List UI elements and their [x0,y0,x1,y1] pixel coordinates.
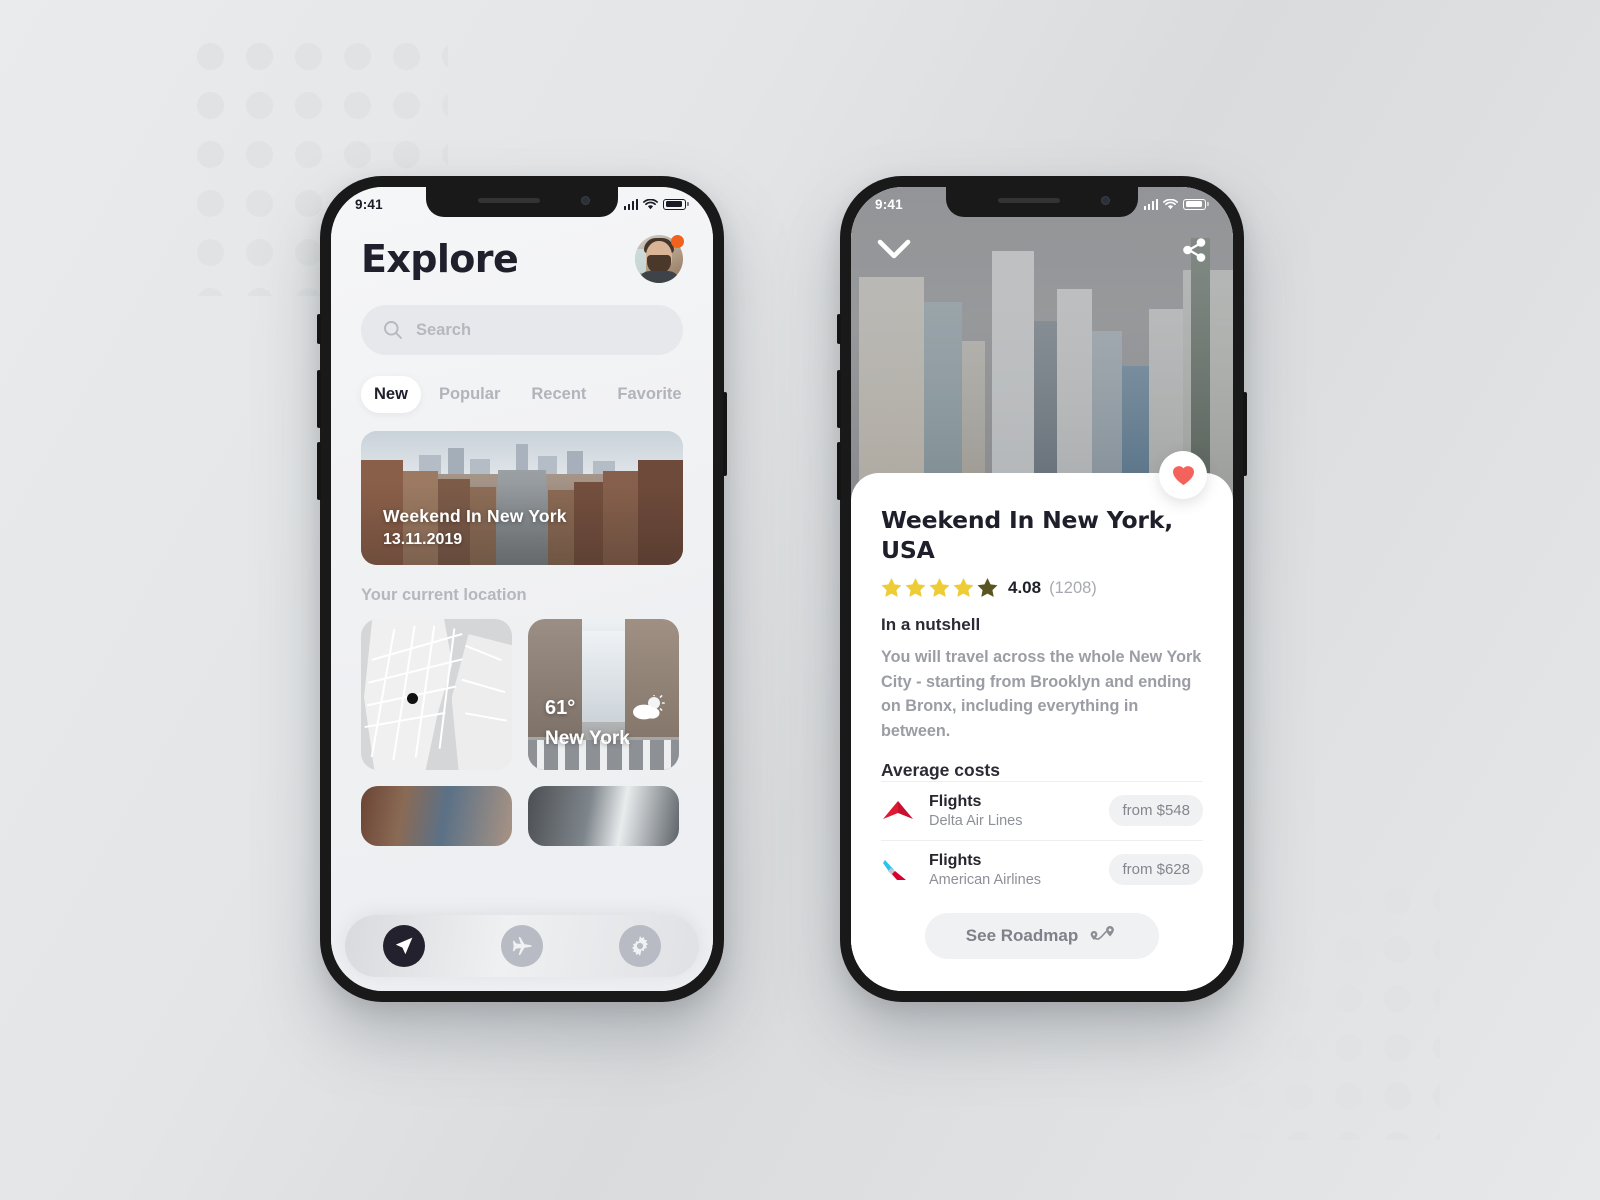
route-pins-icon [1090,925,1115,940]
star-icon-4 [953,578,974,598]
battery-icon-2 [1183,198,1207,210]
tab-navigation[interactable] [383,925,425,967]
phone-power-button-2 [1243,392,1247,476]
explore-header: Explore [361,235,684,283]
phone-volume-up-button [317,370,321,428]
rating-row: 4.08 (1208) [881,578,1203,598]
chevron-down-icon[interactable] [877,239,911,261]
detail-nav-row [851,237,1233,263]
american-airlines-logo [881,855,915,885]
avatar-button[interactable] [635,235,684,283]
battery-tip [687,202,689,206]
map-tile [361,619,512,770]
navigation-arrow-icon [395,937,413,955]
cost-provider: Delta Air Lines [929,812,1023,829]
share-icon[interactable] [1181,237,1207,263]
star-icon-1 [881,578,902,598]
notification-badge [671,235,684,248]
wifi-icon-2 [1163,198,1179,209]
cost-name: Flights [929,792,982,810]
cost-name: Flights [929,851,982,869]
average-costs-heading: Average costs [881,759,1000,780]
front-camera [581,196,590,205]
tab-favorite[interactable]: Favorite [604,376,694,413]
cost-row-american[interactable]: Flights American Airlines from $628 [881,839,1203,899]
phone-notch [426,187,618,217]
bottom-tab-bar [345,915,699,977]
nutshell-text: You will travel across the whole New Yor… [881,648,1202,741]
tab-recent[interactable]: Recent [518,376,599,413]
battery-tip-2 [1207,202,1209,206]
see-roadmap-button[interactable]: See Roadmap [925,912,1159,959]
gear-icon [631,936,649,956]
status-time-2: 9:41 [875,196,903,212]
search-icon [384,321,402,339]
tab-new[interactable]: New [361,376,421,413]
favorite-button[interactable] [1159,451,1207,499]
nutshell-heading: In a nutshell [881,615,981,635]
cost-provider: American Airlines [929,871,1042,888]
wifi-icon [643,198,659,209]
peek-card-right[interactable] [528,786,679,846]
filter-tabs: New Popular Recent Favorite [361,376,683,413]
cost-row-delta[interactable]: Flights Delta Air Lines from $548 [881,780,1203,840]
map-card[interactable] [361,619,512,770]
phone-volume-up-button-2 [837,370,841,428]
signal-bars-icon [623,198,639,210]
earpiece-speaker [478,198,540,203]
location-card-grid-peek [361,786,683,846]
explore-screen: 9:41 Explore Search New Popular Recent F… [331,187,713,991]
tab-flights[interactable] [501,925,543,967]
peek-card-left[interactable] [361,786,512,846]
location-card-grid: 61° New York [361,619,683,770]
detail-screen: 9:41 Weekend In New York, USA 4.08 (1208… [851,187,1233,991]
tab-settings[interactable] [619,925,661,967]
hero-title: Weekend In New York [383,506,567,526]
phone-mute-switch [317,314,321,344]
section-label-current-location: Your current location [361,586,527,604]
phone-power-button [723,392,727,476]
delta-air-lines-logo [881,796,915,826]
tab-popular[interactable]: Popular [426,376,513,413]
heart-icon [1172,465,1194,485]
front-camera-2 [1101,196,1110,205]
rating-score: 4.08 [1008,578,1042,598]
rating-count: (1208) [1049,578,1097,597]
page-title: Explore [361,237,519,281]
search-placeholder: Search [416,320,472,339]
weather-card[interactable]: 61° New York [528,619,679,770]
signal-bars-icon-2 [1143,198,1159,210]
search-input[interactable]: Search [361,305,683,355]
current-location-pin [407,693,418,704]
airplane-icon [512,936,532,956]
star-icon-3 [929,578,950,598]
cost-price: from $628 [1109,854,1203,886]
city-label: New York [545,728,630,749]
cost-price: from $548 [1109,795,1203,827]
phone-volume-down-button [317,442,321,500]
star-icon-5-partial [977,578,998,598]
star-icon-2 [905,578,926,598]
phone-mockup-explore: 9:41 Explore Search New Popular Recent F… [317,176,727,1002]
phone-mockup-detail: 9:41 Weekend In New York, USA 4.08 (1208… [837,176,1247,1002]
detail-title: Weekend In New York, USA [881,506,1173,565]
phone-notch-2 [946,187,1138,217]
hero-trip-card[interactable]: Weekend In New York 13.11.2019 [361,431,683,565]
partly-cloudy-icon [631,694,665,726]
phone-mute-switch-2 [837,314,841,344]
see-roadmap-label: See Roadmap [965,925,1079,945]
phone-volume-down-button-2 [837,442,841,500]
battery-icon [663,198,687,210]
temperature-label: 61° [545,697,576,719]
detail-sheet: Weekend In New York, USA 4.08 (1208) In … [851,473,1233,991]
earpiece-speaker-2 [998,198,1060,203]
hero-date: 13.11.2019 [383,531,463,548]
status-time: 9:41 [355,196,383,212]
